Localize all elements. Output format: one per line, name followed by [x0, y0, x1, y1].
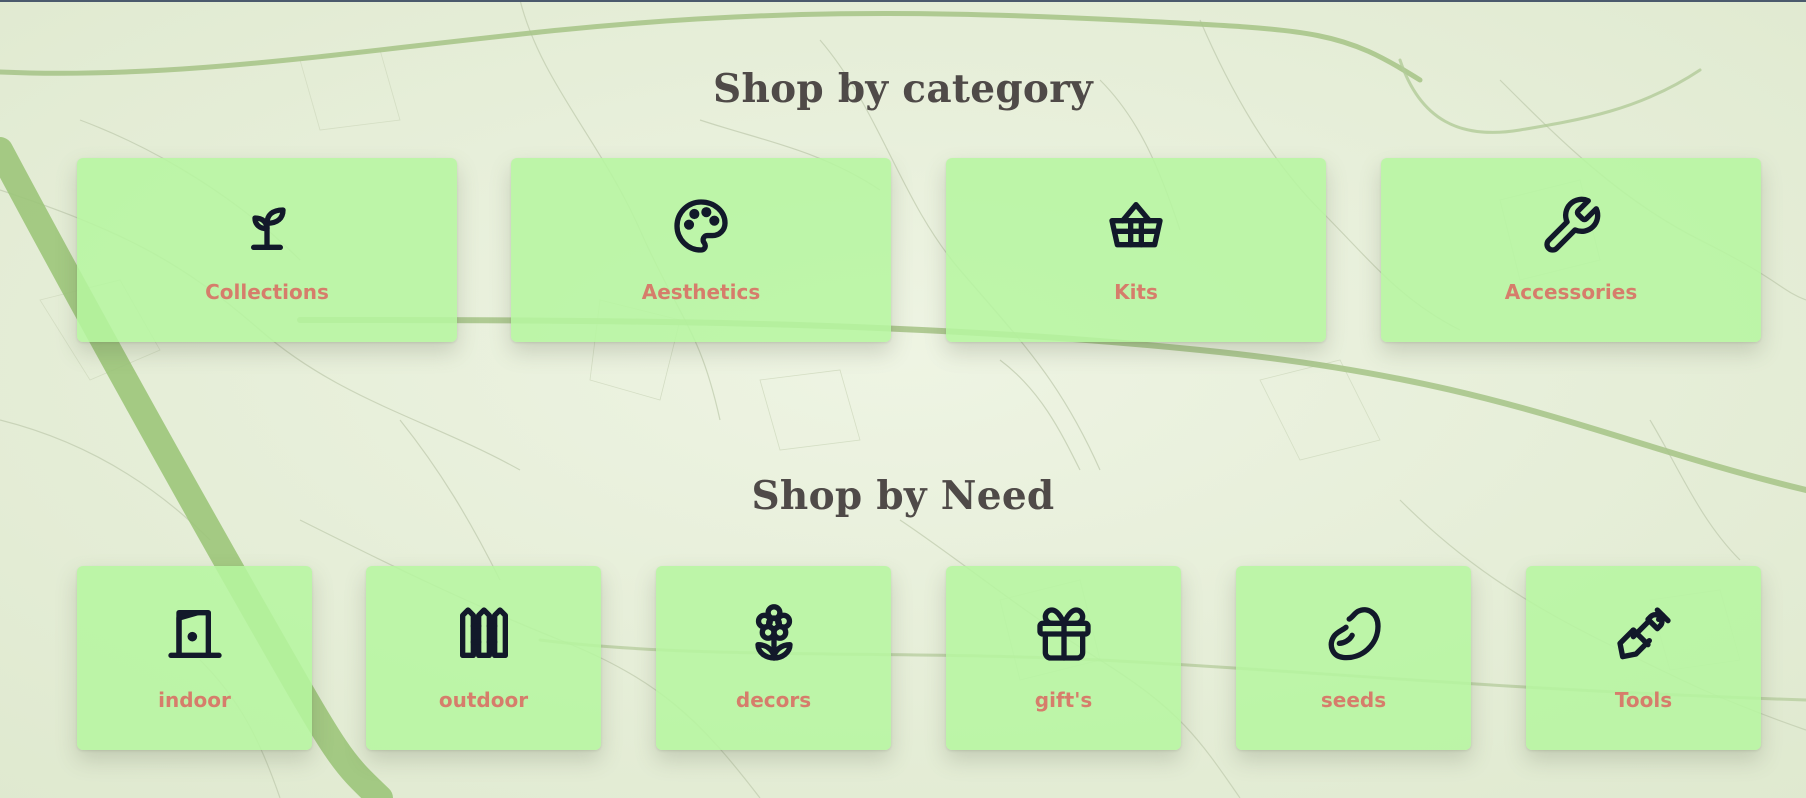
palette-icon: [669, 194, 733, 258]
need-label: indoor: [158, 688, 231, 712]
category-label: Aesthetics: [641, 280, 761, 304]
category-card-collections[interactable]: Collections: [77, 158, 457, 342]
shop-by-category-title: Shop by category: [712, 66, 1094, 112]
wrench-icon: [1539, 194, 1603, 258]
sprout-icon: [235, 194, 299, 258]
need-label: gift's: [1034, 688, 1093, 712]
door-icon: [163, 602, 227, 666]
shovel-icon: [1612, 602, 1676, 666]
need-card-gifts[interactable]: gift's: [946, 566, 1181, 750]
need-card-outdoor[interactable]: outdoor: [366, 566, 601, 750]
need-card-decors[interactable]: decors: [656, 566, 891, 750]
basket-icon: [1104, 194, 1168, 258]
need-card-indoor[interactable]: indoor: [77, 566, 312, 750]
category-card-aesthetics[interactable]: Aesthetics: [511, 158, 891, 342]
need-label: decors: [735, 688, 812, 712]
category-card-accessories[interactable]: Accessories: [1381, 158, 1761, 342]
need-label: outdoor: [438, 688, 529, 712]
category-label: Collections: [205, 280, 329, 304]
bean-icon: [1322, 602, 1386, 666]
top-border-line: [0, 0, 1806, 2]
need-label: Tools: [1614, 688, 1673, 712]
category-label: Kits: [1114, 280, 1158, 304]
need-label: seeds: [1320, 688, 1387, 712]
need-card-seeds[interactable]: seeds: [1236, 566, 1471, 750]
gift-icon: [1032, 602, 1096, 666]
category-label: Accessories: [1504, 280, 1638, 304]
need-card-tools[interactable]: Tools: [1526, 566, 1761, 750]
fence-icon: [452, 602, 516, 666]
category-card-kits[interactable]: Kits: [946, 158, 1326, 342]
shop-by-need-title: Shop by Need: [751, 473, 1055, 519]
flower-icon: [742, 602, 806, 666]
